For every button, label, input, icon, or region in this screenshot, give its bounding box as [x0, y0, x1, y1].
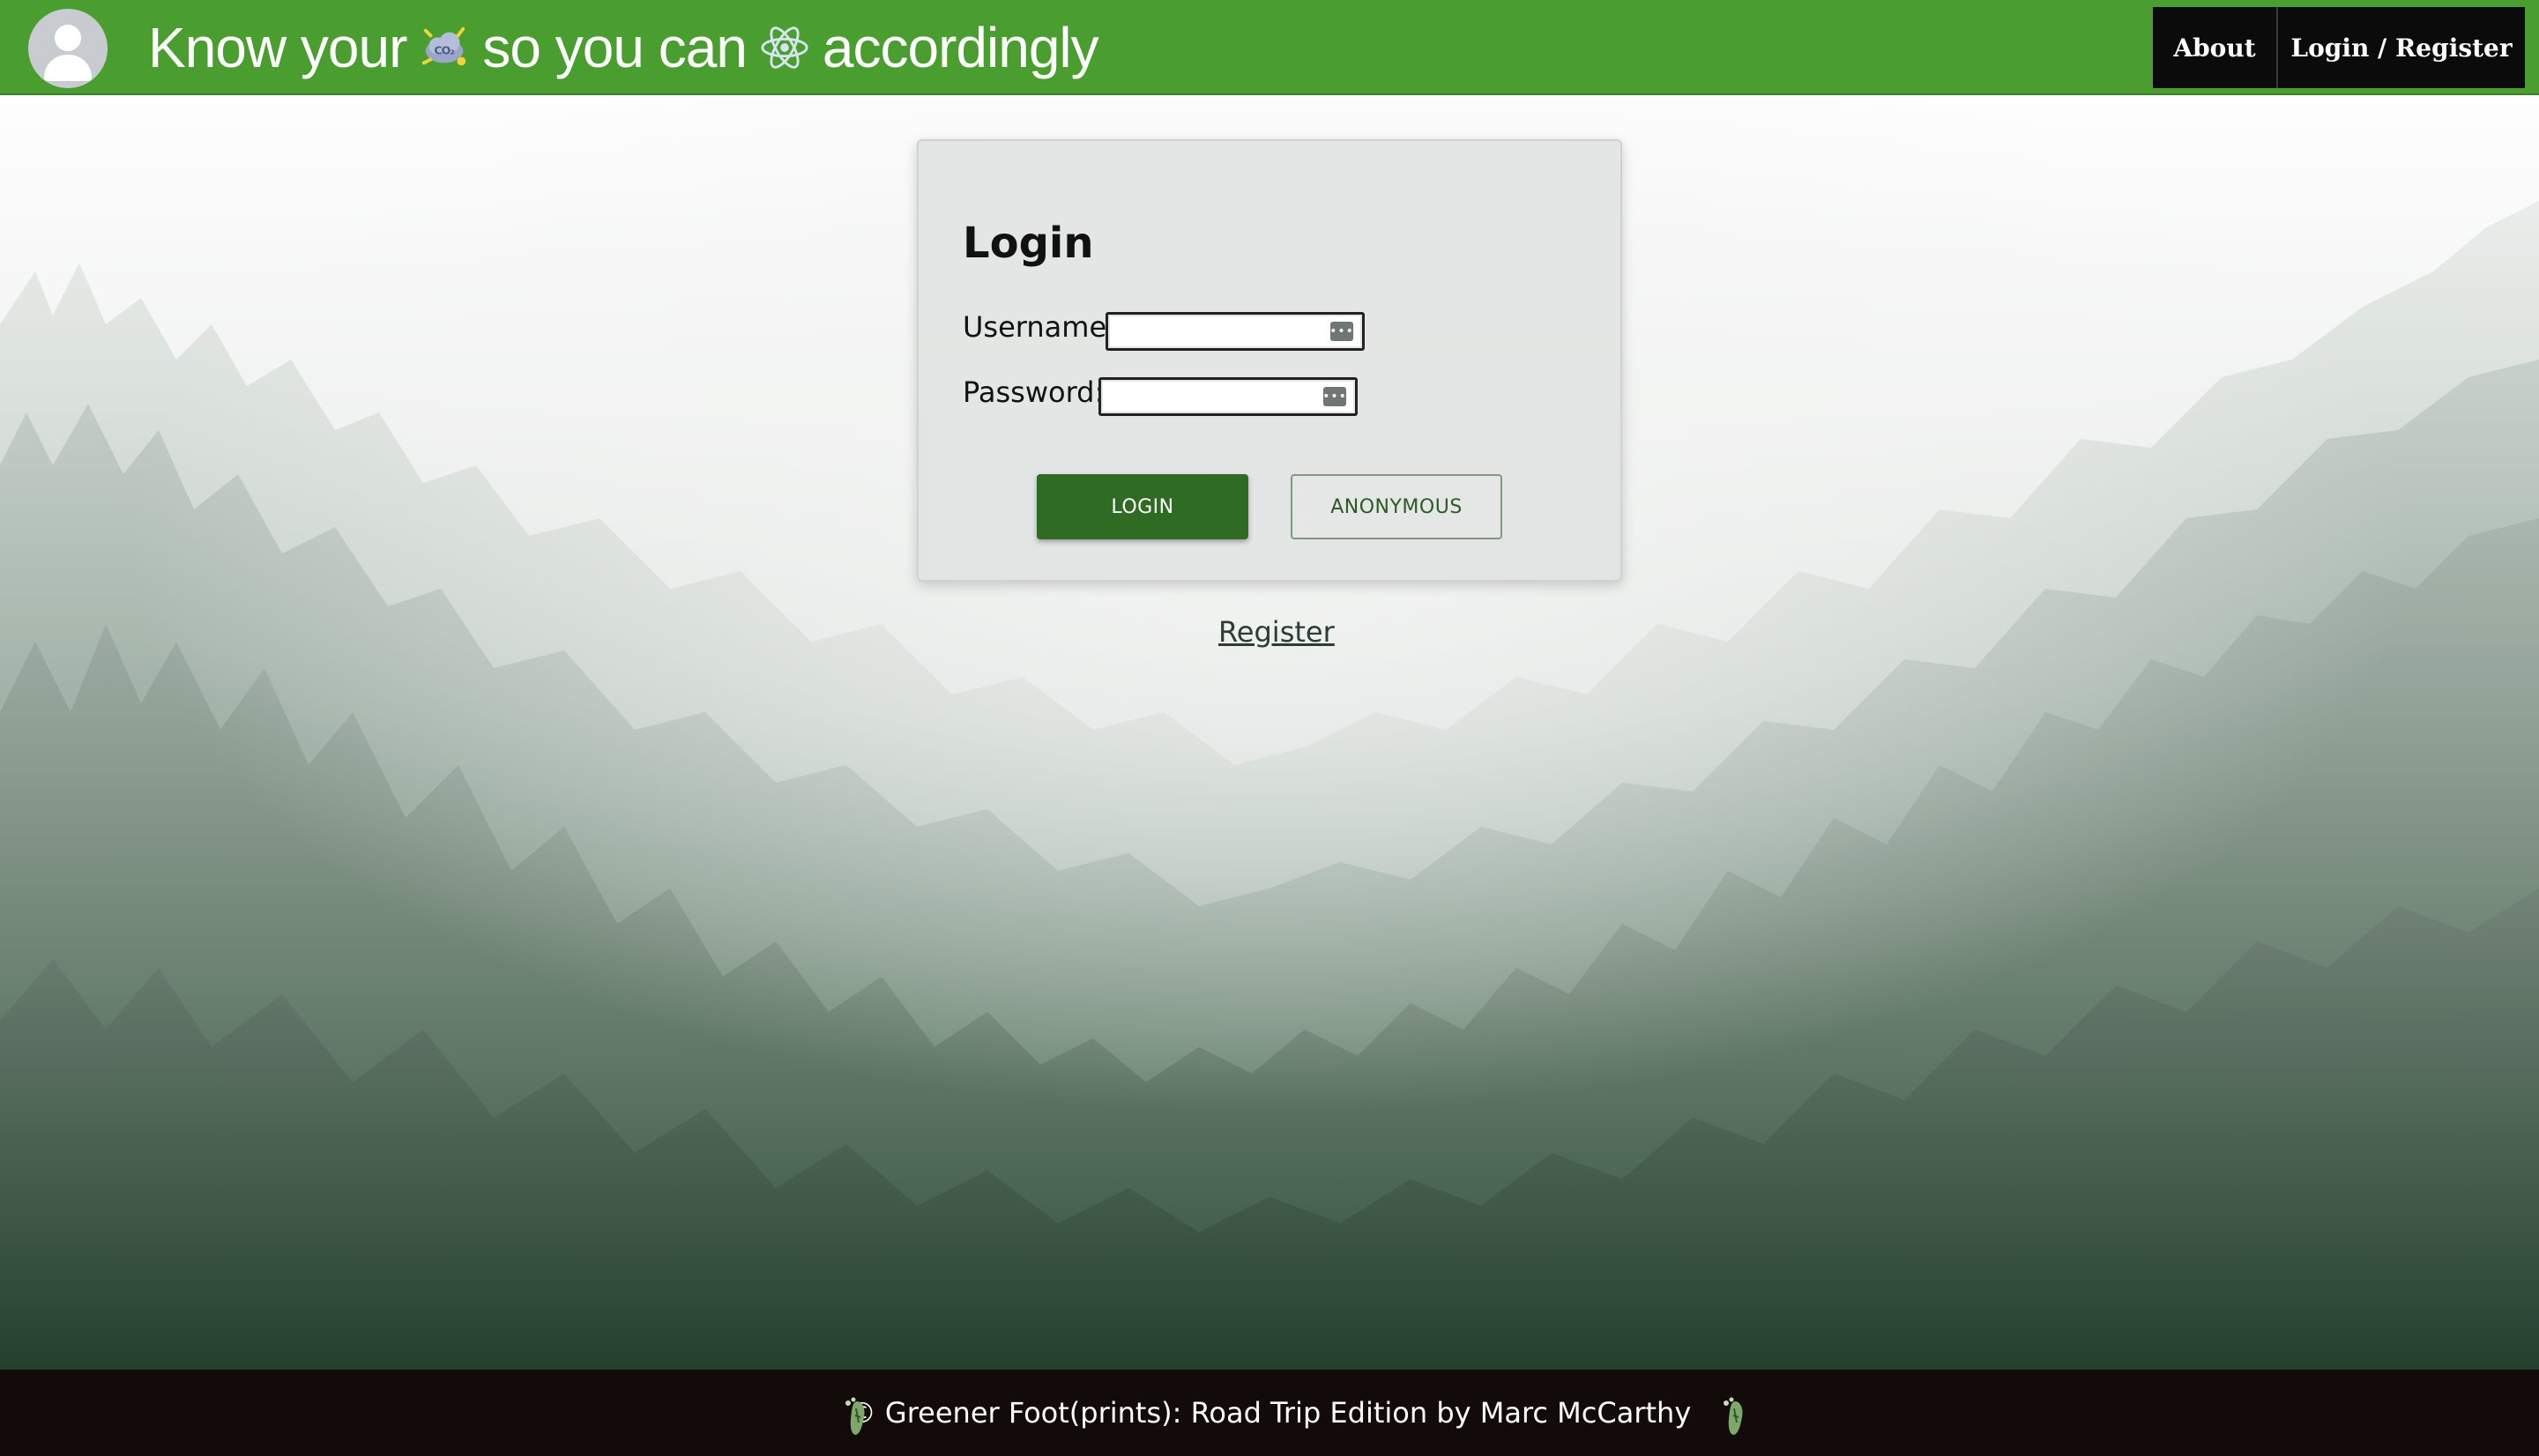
co2-cloud-icon: CO₂	[422, 26, 466, 66]
tagline: Know your CO₂ so you can accordingly	[148, 12, 1099, 83]
footprint-icon	[1724, 1397, 1743, 1435]
password-label: Password:	[963, 375, 1105, 409]
avatar-icon[interactable]	[28, 9, 108, 88]
anonymous-button[interactable]: ANONYMOUS	[1291, 474, 1502, 539]
avatar-body	[44, 55, 92, 81]
about-button[interactable]: About	[2153, 7, 2276, 88]
password-manager-icon[interactable]: •••	[1322, 387, 1346, 406]
password-field[interactable]: •••	[1098, 377, 1358, 416]
password-manager-icon[interactable]: •••	[1329, 322, 1353, 341]
top-bar: Know your CO₂ so you can accordingly Abo…	[0, 0, 2539, 95]
footer-copyright: © Greener Foot(prints): Road Trip Editio…	[847, 1396, 1692, 1430]
login-button[interactable]: LOGIN	[1037, 474, 1248, 539]
tagline-part-3: accordingly	[822, 16, 1099, 79]
login-title: Login	[963, 219, 1094, 268]
username-label: Username:	[963, 310, 1116, 344]
username-input[interactable]	[1108, 315, 1362, 348]
footer: © Greener Foot(prints): Road Trip Editio…	[0, 1370, 2539, 1456]
register-link[interactable]: Register	[1218, 615, 1335, 649]
footprint-icon	[845, 1397, 865, 1435]
nav-bar: About Login / Register	[2153, 7, 2525, 88]
atom-icon	[761, 26, 808, 69]
avatar-head	[55, 25, 81, 51]
username-field[interactable]: •••	[1106, 312, 1365, 351]
login-register-button[interactable]: Login / Register	[2276, 7, 2525, 88]
svg-text:CO₂: CO₂	[435, 44, 455, 57]
tagline-part-2: so you can	[482, 16, 748, 79]
password-input[interactable]	[1101, 380, 1355, 413]
login-card: Login Username: ••• Password: ••• LOGIN …	[917, 139, 1622, 582]
tagline-part-1: Know your	[148, 16, 407, 79]
